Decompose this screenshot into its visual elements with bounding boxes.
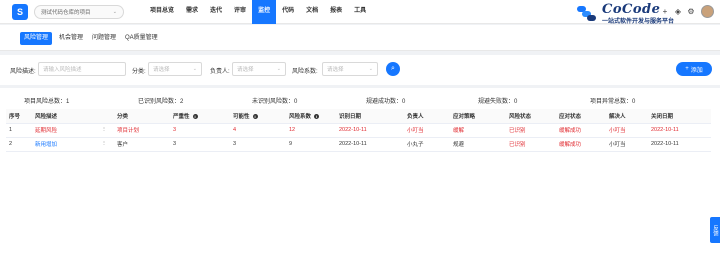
chevron-down-icon: ⌄ xyxy=(276,66,281,72)
brand-mark-icon xyxy=(577,6,596,21)
search-button[interactable]: ⌕ xyxy=(386,62,400,76)
info-icon[interactable]: i xyxy=(192,113,198,119)
tab-issue[interactable]: 问题管理 xyxy=(88,32,120,45)
col-resolver: 解决人 xyxy=(606,109,648,124)
tab-opportunity[interactable]: 机会管理 xyxy=(55,32,87,45)
col-index: 序号 xyxy=(6,109,32,124)
chevron-down-icon: ⌄ xyxy=(192,66,197,72)
chevron-down-icon: ⌄ xyxy=(368,66,373,72)
coef-select[interactable]: 请选择 ⌄ xyxy=(322,62,378,76)
more-icon[interactable]: ⋮ xyxy=(94,123,114,138)
stat-avoid-success: 规避成功数：0 xyxy=(366,99,406,105)
nav-reports[interactable]: 报表 xyxy=(324,0,348,24)
sub-tabs: 风险管理 机会管理 问题管理 QA质量管理 xyxy=(0,25,720,51)
info-icon[interactable]: i xyxy=(314,113,320,119)
desc-input[interactable]: 请输入风险描述 xyxy=(38,62,126,76)
project-name: 测试代码仓库的项目 xyxy=(41,10,91,16)
stat-unidentified: 未识别风险数：0 xyxy=(252,99,298,105)
col-strategy: 应对策略 xyxy=(450,109,506,124)
feedback-tab[interactable]: 反馈 xyxy=(710,217,720,243)
nav-code[interactable]: 代码 xyxy=(276,0,300,24)
owner-label: 负责人: xyxy=(210,69,230,75)
coef-placeholder: 请选择 xyxy=(327,67,344,73)
category-select[interactable]: 请选择 ⌄ xyxy=(148,62,202,76)
filter-bar: 风险描述: 请输入风险描述 分类: 请选择 ⌄ 负责人: 请选择 ⌄ 风险系数:… xyxy=(0,55,720,85)
plus-icon: + xyxy=(685,66,689,72)
nav-tools[interactable]: 工具 xyxy=(348,0,372,24)
nav-requirements[interactable]: 需求 xyxy=(180,0,204,24)
tab-qa[interactable]: QA质量管理 xyxy=(121,32,162,45)
nav-docs[interactable]: 文档 xyxy=(300,0,324,24)
nav-review[interactable]: 评审 xyxy=(228,0,252,24)
main-nav: 项目总览 需求 迭代 评审 监控 代码 文档 报表 工具 xyxy=(144,0,372,24)
category-label: 分类: xyxy=(132,69,146,75)
avatar[interactable] xyxy=(701,5,714,18)
risk-panel: 项目风险总数：1 已识别风险数：2 未识别风险数：0 规避成功数：0 规避失败数… xyxy=(0,88,720,272)
category-placeholder: 请选择 xyxy=(153,67,170,73)
nav-iterations[interactable]: 迭代 xyxy=(204,0,228,24)
col-coef: 风险系数 i xyxy=(286,109,336,124)
add-label: 添加 xyxy=(690,67,703,74)
more-icon[interactable]: ⋮ xyxy=(94,137,114,152)
desc-placeholder: 请输入风险描述 xyxy=(43,67,82,73)
col-category: 分类 xyxy=(114,109,170,124)
owner-placeholder: 请选择 xyxy=(237,67,254,73)
info-icon[interactable]: i xyxy=(252,113,258,119)
table-header: 序号 风险描述 分类 严重性 i 可能性 i 风险系数 i 识别日期 负责人 应对策略… xyxy=(6,109,711,124)
col-severity: 严重性 i xyxy=(170,109,230,124)
search-icon: ⌕ xyxy=(391,65,395,72)
risk-table: 序号 风险描述 分类 严重性 i 可能性 i 风险系数 i 识别日期 负责人 应对策略… xyxy=(6,109,711,152)
app-logo-icon[interactable]: S xyxy=(12,4,28,20)
settings-icon[interactable]: ⚙ xyxy=(686,7,696,17)
col-likelihood: 可能性 i xyxy=(230,109,286,124)
tab-risk[interactable]: 风险管理 xyxy=(20,32,53,45)
table-row[interactable]: 2 新用增加 ⋮ 客户 3 3 9 2022-10-11 小丸子 规避 已识别 … xyxy=(6,137,711,152)
nav-monitor[interactable]: 监控 xyxy=(252,0,277,24)
col-close-date: 关闭日期 xyxy=(648,109,711,124)
stat-avoid-fail: 规避失败数：0 xyxy=(478,99,518,105)
project-select[interactable]: 测试代码仓库的项目 ⌄ xyxy=(34,5,124,19)
owner-select[interactable]: 请选择 ⌄ xyxy=(232,62,286,76)
col-date: 识别日期 xyxy=(336,109,404,124)
add-button[interactable]: + 添加 xyxy=(676,62,712,76)
col-desc: 风险描述 xyxy=(32,109,94,124)
top-icons: + ◈ ⚙ xyxy=(660,5,714,18)
col-status: 风险状态 xyxy=(506,109,556,124)
risk-desc-link[interactable]: 新用增加 xyxy=(32,137,94,152)
stat-identified: 已识别风险数：2 xyxy=(138,99,184,105)
chevron-down-icon: ⌄ xyxy=(112,9,117,15)
nav-overview[interactable]: 项目总览 xyxy=(144,0,180,24)
top-bar: S 测试代码仓库的项目 ⌄ 项目总览 需求 迭代 评审 监控 代码 文档 报表 … xyxy=(0,0,720,25)
layers-icon[interactable]: ◈ xyxy=(673,7,683,17)
risk-desc-link[interactable]: 延期风险 xyxy=(32,123,94,138)
table-row[interactable]: 1 延期风险 ⋮ 项目计划 3 4 12 2022-10-11 小叮当 缓解 已… xyxy=(6,123,711,138)
plus-icon[interactable]: + xyxy=(660,7,670,17)
col-response: 应对状态 xyxy=(556,109,606,124)
stat-exceptions: 项目异常总数：0 xyxy=(590,99,636,105)
col-owner: 负责人 xyxy=(404,109,450,124)
brand-name: CoCode xyxy=(602,2,661,17)
col-more xyxy=(94,109,114,124)
desc-label: 风险描述: xyxy=(10,69,36,75)
coef-label: 风险系数: xyxy=(292,69,318,75)
stat-total: 项目风险总数：1 xyxy=(24,99,70,105)
